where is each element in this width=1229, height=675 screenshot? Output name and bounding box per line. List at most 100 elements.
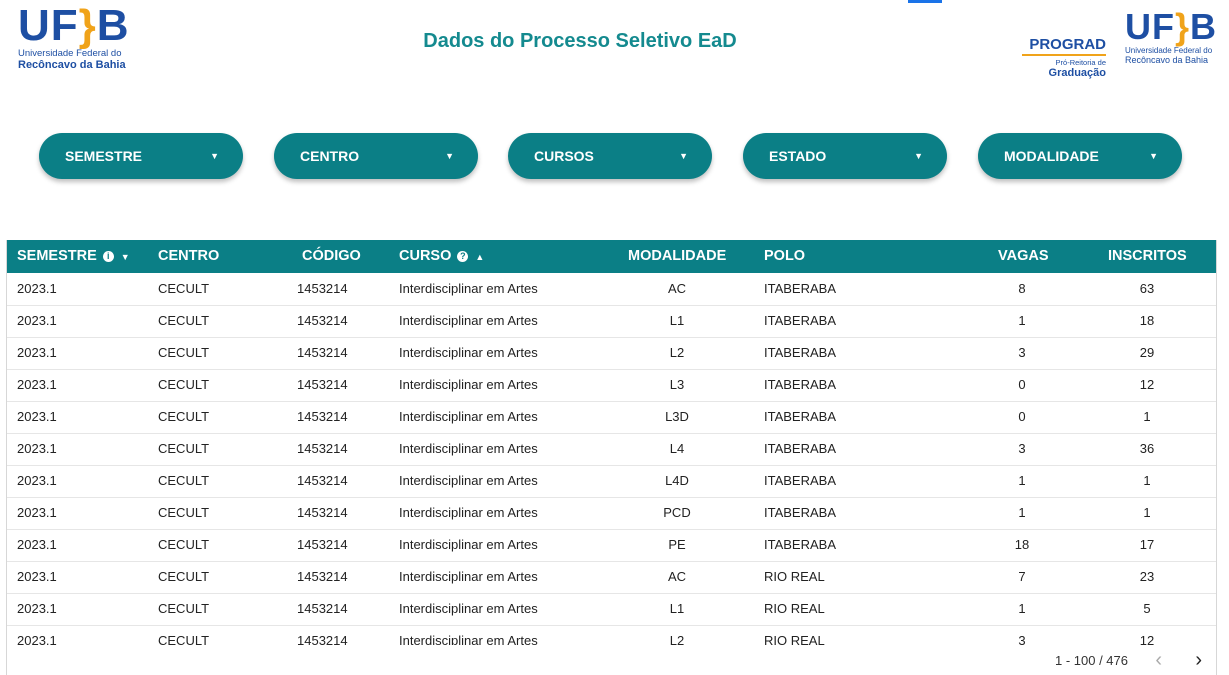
cell-codigo: 1453214: [297, 409, 348, 424]
cell-vagas: 8: [1018, 281, 1026, 296]
cell-inscritos: 1: [1143, 473, 1151, 488]
ufrb-logo-small: UF}B Universidade Federal do Recôncavo d…: [1125, 6, 1229, 66]
cell-codigo: 1453214: [297, 601, 348, 616]
col-header-semestre[interactable]: SEMESTRE i ▼: [17, 240, 130, 273]
filter-cursos-dropdown[interactable]: CURSOS ▼: [508, 133, 712, 179]
col-header-vagas[interactable]: VAGAS: [998, 240, 1049, 273]
sort-asc-icon[interactable]: ▲: [475, 252, 484, 262]
prev-page-icon[interactable]: ‹: [1155, 649, 1162, 672]
logo-bracket-icon: }: [1175, 6, 1191, 47]
table-row[interactable]: 2023.1 CECULT 1453214 Interdisciplinar em A…: [7, 561, 1216, 594]
cell-centro: CECULT: [158, 505, 210, 520]
prograd-title: PROGRAD: [1022, 36, 1106, 56]
cell-vagas: 1: [1018, 601, 1026, 616]
cell-centro: CECULT: [158, 345, 210, 360]
cell-inscritos: 5: [1143, 601, 1151, 616]
cell-modalidade: L4: [669, 441, 685, 456]
caret-down-icon: ▼: [1149, 151, 1158, 161]
col-header-polo[interactable]: POLO: [764, 240, 805, 273]
cell-semestre: 2023.1: [17, 473, 57, 488]
prograd-line1: Pró-Reitoria de: [1055, 58, 1106, 67]
table-body: 2023.1 CECULT 1453214 Interdisciplinar em A…: [7, 273, 1216, 645]
cell-semestre: 2023.1: [17, 377, 57, 392]
table-row[interactable]: 2023.1 CECULT 1453214 Interdisciplinar em A…: [7, 593, 1216, 626]
cell-semestre: 2023.1: [17, 441, 57, 456]
cell-centro: CECULT: [158, 377, 210, 392]
cell-semestre: 2023.1: [17, 601, 57, 616]
cell-curso: Interdisciplinar em Artes: [399, 569, 538, 584]
table-row[interactable]: 2023.1 CECULT 1453214 Interdisciplinar em A…: [7, 433, 1216, 466]
cell-polo: ITABERABA: [764, 473, 837, 488]
cell-semestre: 2023.1: [17, 345, 57, 360]
cell-inscritos: 17: [1139, 537, 1155, 552]
cell-inscritos: 23: [1139, 569, 1155, 584]
cell-vagas: 3: [1018, 633, 1026, 645]
col-header-curso[interactable]: CURSO? ▲: [399, 240, 484, 273]
table-footer: 1 - 100 / 476 ‹ ›: [7, 645, 1216, 675]
table-header: SEMESTRE i ▼ CENTRO CÓDIGO CURSO? ▲ MODALID…: [7, 240, 1216, 273]
filter-modalidade-dropdown[interactable]: MODALIDADE ▼: [978, 133, 1182, 179]
cell-codigo: 1453214: [297, 473, 348, 488]
cell-polo: RIO REAL: [764, 569, 825, 584]
cell-modalidade: L2: [669, 633, 685, 645]
cell-modalidade: PE: [668, 537, 686, 552]
table-row[interactable]: 2023.1 CECULT 1453214 Interdisciplinar em A…: [7, 625, 1216, 645]
cell-semestre: 2023.1: [17, 569, 57, 584]
cell-modalidade: AC: [667, 569, 687, 584]
cell-centro: CECULT: [158, 569, 210, 584]
cell-inscritos: 18: [1139, 313, 1155, 328]
pagination-range: 1 - 100 / 476: [1055, 653, 1128, 668]
cell-semestre: 2023.1: [17, 281, 57, 296]
sort-desc-icon[interactable]: ▼: [121, 252, 130, 262]
table-row[interactable]: 2023.1 CECULT 1453214 Interdisciplinar em A…: [7, 305, 1216, 338]
cell-modalidade: PCD: [663, 505, 691, 520]
col-header-centro[interactable]: CENTRO: [158, 240, 219, 273]
cell-centro: CECULT: [158, 441, 210, 456]
cell-codigo: 1453214: [297, 345, 348, 360]
cell-semestre: 2023.1: [17, 409, 57, 424]
table-row[interactable]: 2023.1 CECULT 1453214 Interdisciplinar em A…: [7, 465, 1216, 498]
cell-codigo: 1453214: [297, 569, 348, 584]
help-icon[interactable]: ?: [457, 251, 469, 262]
cell-curso: Interdisciplinar em Artes: [399, 441, 538, 456]
data-table: SEMESTRE i ▼ CENTRO CÓDIGO CURSO? ▲ MODALID…: [6, 240, 1217, 675]
cell-polo: ITABERABA: [764, 505, 837, 520]
cell-curso: Interdisciplinar em Artes: [399, 601, 538, 616]
filter-centro-dropdown[interactable]: CENTRO ▼: [274, 133, 478, 179]
next-page-icon[interactable]: ›: [1195, 649, 1202, 672]
cell-semestre: 2023.1: [17, 505, 57, 520]
cell-inscritos: 36: [1139, 441, 1155, 456]
cell-vagas: 7: [1018, 569, 1026, 584]
caret-down-icon: ▼: [210, 151, 219, 161]
cell-vagas: 0: [1018, 377, 1026, 392]
table-row[interactable]: 2023.1 CECULT 1453214 Interdisciplinar em A…: [7, 497, 1216, 530]
col-header-inscritos[interactable]: INSCRITOS: [1108, 240, 1187, 273]
cell-curso: Interdisciplinar em Artes: [399, 473, 538, 488]
col-header-modalidade[interactable]: MODALIDADE: [628, 240, 726, 273]
table-row[interactable]: 2023.1 CECULT 1453214 Interdisciplinar em A…: [7, 529, 1216, 562]
info-icon[interactable]: i: [102, 251, 114, 262]
cell-vagas: 0: [1018, 409, 1026, 424]
caret-down-icon: ▼: [914, 151, 923, 161]
cell-polo: RIO REAL: [764, 633, 825, 645]
table-row[interactable]: 2023.1 CECULT 1453214 Interdisciplinar em A…: [7, 337, 1216, 370]
table-row[interactable]: 2023.1 CECULT 1453214 Interdisciplinar em A…: [7, 401, 1216, 434]
cell-curso: Interdisciplinar em Artes: [399, 409, 538, 424]
table-row[interactable]: 2023.1 CECULT 1453214 Interdisciplinar em A…: [7, 369, 1216, 402]
table-row[interactable]: 2023.1 CECULT 1453214 Interdisciplinar em A…: [7, 273, 1216, 306]
col-header-codigo[interactable]: CÓDIGO: [302, 240, 361, 273]
cell-vagas: 3: [1018, 441, 1026, 456]
cell-polo: ITABERABA: [764, 313, 837, 328]
cell-semestre: 2023.1: [17, 633, 57, 645]
filter-estado-dropdown[interactable]: ESTADO ▼: [743, 133, 947, 179]
prograd-line2: Graduação: [1048, 67, 1106, 79]
filter-semestre-dropdown[interactable]: SEMESTRE ▼: [39, 133, 243, 179]
caret-down-icon: ▼: [445, 151, 454, 161]
cell-polo: ITABERABA: [764, 537, 837, 552]
cell-polo: ITABERABA: [764, 377, 837, 392]
cell-vagas: 3: [1018, 345, 1026, 360]
cell-centro: CECULT: [158, 633, 210, 645]
cell-codigo: 1453214: [297, 313, 348, 328]
filter-label: CURSOS: [534, 148, 594, 164]
cell-modalidade: L3: [669, 377, 685, 392]
